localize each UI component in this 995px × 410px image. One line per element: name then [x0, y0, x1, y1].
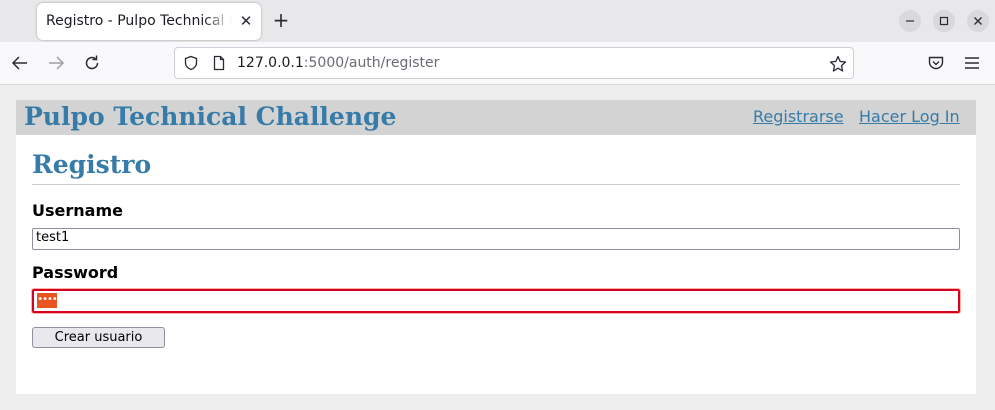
back-arrow-icon[interactable] — [10, 53, 30, 73]
menu-icon[interactable] — [962, 53, 982, 73]
password-input[interactable]: •••• — [32, 289, 960, 313]
username-input[interactable]: test1 — [32, 228, 960, 250]
site-header: Pulpo Technical Challenge Registrarse Ha… — [16, 100, 976, 135]
navigation-toolbar: 127.0.0.1:5000/auth/register — [0, 42, 995, 85]
page-title: Registro — [32, 150, 152, 179]
maximize-icon[interactable] — [933, 10, 955, 32]
page-container: Pulpo Technical Challenge Registrarse Ha… — [16, 100, 976, 394]
tab-bar: Registro - Pulpo Technical Challenge ✕ + — [0, 0, 995, 42]
reload-icon[interactable] — [82, 53, 102, 73]
url-path: :5000/auth/register — [303, 55, 440, 71]
password-label: Password — [32, 263, 119, 282]
minimize-icon[interactable] — [899, 10, 921, 32]
login-link[interactable]: Hacer Log In — [859, 107, 960, 126]
tab-close-icon[interactable]: ✕ — [236, 10, 256, 32]
shield-icon[interactable] — [183, 55, 199, 71]
page-icon[interactable] — [211, 55, 227, 71]
register-link[interactable]: Registrarse — [753, 107, 844, 126]
new-tab-button[interactable]: + — [270, 9, 292, 31]
site-title: Pulpo Technical Challenge — [24, 102, 397, 131]
divider — [32, 184, 960, 185]
url-bar[interactable]: 127.0.0.1:5000/auth/register — [174, 47, 854, 79]
url-host: 127.0.0.1 — [237, 55, 304, 71]
page-viewport: Pulpo Technical Challenge Registrarse Ha… — [0, 86, 995, 410]
username-label: Username — [32, 201, 123, 220]
url-text[interactable]: 127.0.0.1:5000/auth/register — [237, 55, 439, 71]
pocket-icon[interactable] — [926, 53, 946, 73]
password-mask: •••• — [37, 293, 58, 308]
bookmark-star-icon[interactable] — [829, 55, 847, 73]
close-window-icon[interactable] — [967, 10, 989, 32]
tab-title: Registro - Pulpo Technical Challenge — [46, 13, 232, 29]
create-user-button[interactable]: Crear usuario — [32, 327, 165, 348]
forward-arrow-icon[interactable] — [46, 53, 66, 73]
active-tab[interactable]: Registro - Pulpo Technical Challenge ✕ — [37, 3, 261, 40]
